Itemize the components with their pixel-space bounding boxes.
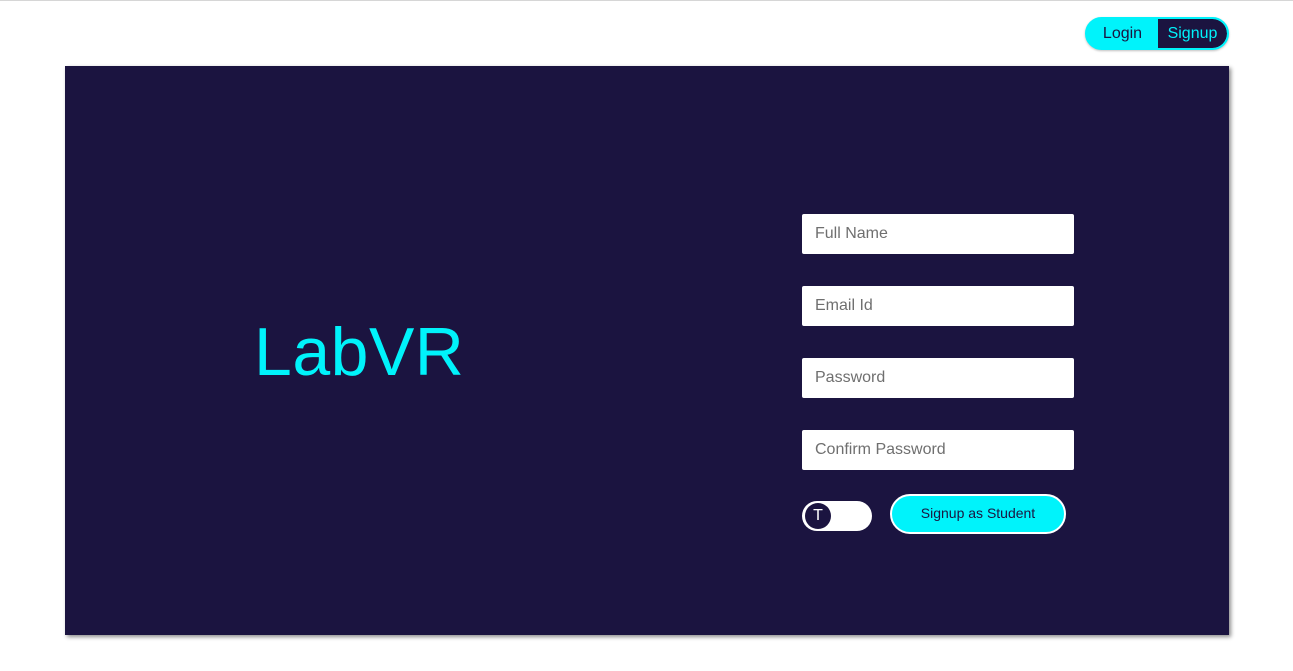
role-toggle-knob: T xyxy=(805,503,831,529)
auth-mode-toggle: Login Signup xyxy=(1085,17,1229,50)
login-tab[interactable]: Login xyxy=(1087,19,1158,48)
full-name-input[interactable] xyxy=(802,214,1074,254)
brand-title: LabVR xyxy=(254,314,465,390)
top-divider xyxy=(0,0,1293,1)
signup-tab[interactable]: Signup xyxy=(1158,19,1227,48)
signup-card: LabVR T Signup as Student xyxy=(65,66,1229,635)
password-input[interactable] xyxy=(802,358,1074,398)
email-input[interactable] xyxy=(802,286,1074,326)
role-toggle-switch[interactable]: T xyxy=(802,501,872,531)
confirm-password-input[interactable] xyxy=(802,430,1074,470)
signup-submit-button[interactable]: Signup as Student xyxy=(890,494,1066,534)
